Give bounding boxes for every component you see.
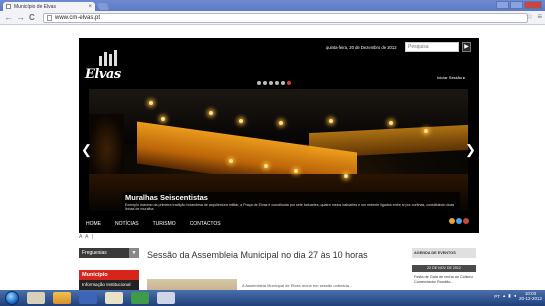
nav-item-home[interactable]: HOME (86, 221, 101, 227)
slider-prev-icon[interactable]: ❮ (81, 142, 92, 158)
slider-dot[interactable] (257, 81, 261, 85)
login-link[interactable]: Iniciar Sessão ▸ (437, 75, 465, 80)
slider-next-icon[interactable]: ❯ (465, 142, 476, 158)
slide-title: Muralhas Seiscentistas (125, 193, 208, 202)
tray-arrow-icon[interactable]: ▴ (503, 293, 505, 299)
current-date: quinta-feira, 20 de Dezembro de 2012 (326, 45, 397, 50)
sidebar: Freguesias ▼ Município Informação Instit… (79, 248, 139, 290)
freguesias-label: Freguesias (82, 250, 107, 256)
browser-tab-strip: Município de Elvas × (0, 0, 545, 11)
url-text: www.cm-elvas.pt (55, 15, 101, 21)
chevron-down-icon[interactable]: ▼ (129, 248, 139, 258)
site-header: Elvas quinta-feira, 20 de Dezembro de 20… (79, 38, 479, 233)
explorer-icon[interactable] (27, 292, 45, 304)
main-navigation: HOME NOTÍCIAS TURISMO CONTACTOS (79, 215, 479, 233)
back-arrow-icon[interactable]: ← (4, 13, 13, 22)
tab-title: Município de Elvas (14, 3, 56, 10)
close-tab-icon[interactable]: × (88, 4, 92, 10)
twitter-icon[interactable] (456, 218, 462, 224)
youtube-icon[interactable] (463, 218, 469, 224)
browser-tab[interactable]: Município de Elvas × (3, 2, 95, 11)
app-icon[interactable] (157, 292, 175, 304)
volume-icon[interactable]: ◂ (514, 293, 516, 299)
logo-text: Elvas (85, 67, 121, 82)
news-article: Sessão da Assembleia Municipal no dia 27… (147, 250, 397, 299)
media-player-icon[interactable] (79, 292, 97, 304)
slider-dot[interactable] (281, 81, 285, 85)
slider-dot[interactable] (269, 81, 273, 85)
sidebar-item-municipio[interactable]: Município (79, 270, 139, 280)
social-links (449, 218, 469, 224)
events-agenda: AGENDA DE EVENTOS 22 DE NOV DE 2012 Fest… (412, 248, 476, 284)
font-size-controls[interactable]: A A | (79, 234, 94, 240)
system-tray: PT ▴ ▮ ◂ 10:03 20-12-2012 (494, 291, 542, 301)
article-title[interactable]: Sessão da Assembleia Municipal no dia 27… (147, 250, 397, 260)
address-bar: ← → C www.cm-elvas.pt ☆ ≡ (0, 11, 545, 25)
start-button[interactable] (5, 291, 19, 305)
agenda-heading: AGENDA DE EVENTOS (412, 248, 476, 258)
network-icon[interactable]: ▮ (508, 293, 510, 299)
agenda-event[interactable]: Festa de Gala de recha ao Coliseu Comend… (412, 275, 476, 284)
hero-slideshow[interactable]: Muralhas Seiscentistas Exemplo máximo da… (89, 89, 468, 211)
elvas-logo[interactable]: Elvas (85, 50, 125, 82)
slide-caption: Muralhas Seiscentistas Exemplo máximo da… (122, 192, 460, 211)
rss-icon[interactable] (449, 218, 455, 224)
url-input[interactable]: www.cm-elvas.pt (43, 13, 528, 23)
search-input[interactable] (405, 42, 459, 52)
window-controls (496, 1, 542, 9)
folder-icon[interactable] (105, 292, 123, 304)
reload-icon[interactable]: C (29, 13, 35, 22)
new-tab-button[interactable] (96, 3, 110, 10)
agenda-date: 22 DE NOV DE 2012 (412, 265, 476, 272)
search-button[interactable]: ▶ (462, 42, 471, 52)
close-window-button[interactable] (524, 1, 542, 9)
slide-description: Exemplo máximo da primeira tradição hola… (125, 203, 455, 211)
minimize-button[interactable] (496, 1, 509, 9)
article-teaser: A Assembleia Municipal de Elvas reúne em… (242, 283, 353, 288)
maximize-button[interactable] (510, 1, 523, 9)
nav-item-turismo[interactable]: TURISMO (153, 221, 176, 227)
freguesias-select[interactable]: Freguesias ▼ (79, 248, 139, 258)
excel-icon[interactable] (131, 292, 149, 304)
page-icon (6, 4, 11, 9)
slider-dot[interactable] (263, 81, 267, 85)
castle-icon (99, 50, 125, 66)
clock[interactable]: 10:03 20-12-2012 (519, 291, 542, 301)
slider-pagination (257, 81, 291, 85)
sidebar-item-informacao[interactable]: Informação Institucional (79, 280, 139, 290)
language-indicator[interactable]: PT (494, 294, 500, 299)
page-icon (47, 15, 52, 21)
forward-arrow-icon[interactable]: → (16, 13, 25, 22)
chrome-icon[interactable] (53, 292, 71, 304)
windows-taskbar: PT ▴ ▮ ◂ 10:03 20-12-2012 (0, 290, 545, 306)
slider-dot-active[interactable] (287, 81, 291, 85)
menu-icon[interactable]: ≡ (537, 12, 542, 21)
slider-dot[interactable] (275, 81, 279, 85)
nav-item-contactos[interactable]: CONTACTOS (190, 221, 221, 227)
nav-item-noticias[interactable]: NOTÍCIAS (115, 221, 139, 227)
bookmark-star-icon[interactable]: ☆ (526, 12, 533, 21)
